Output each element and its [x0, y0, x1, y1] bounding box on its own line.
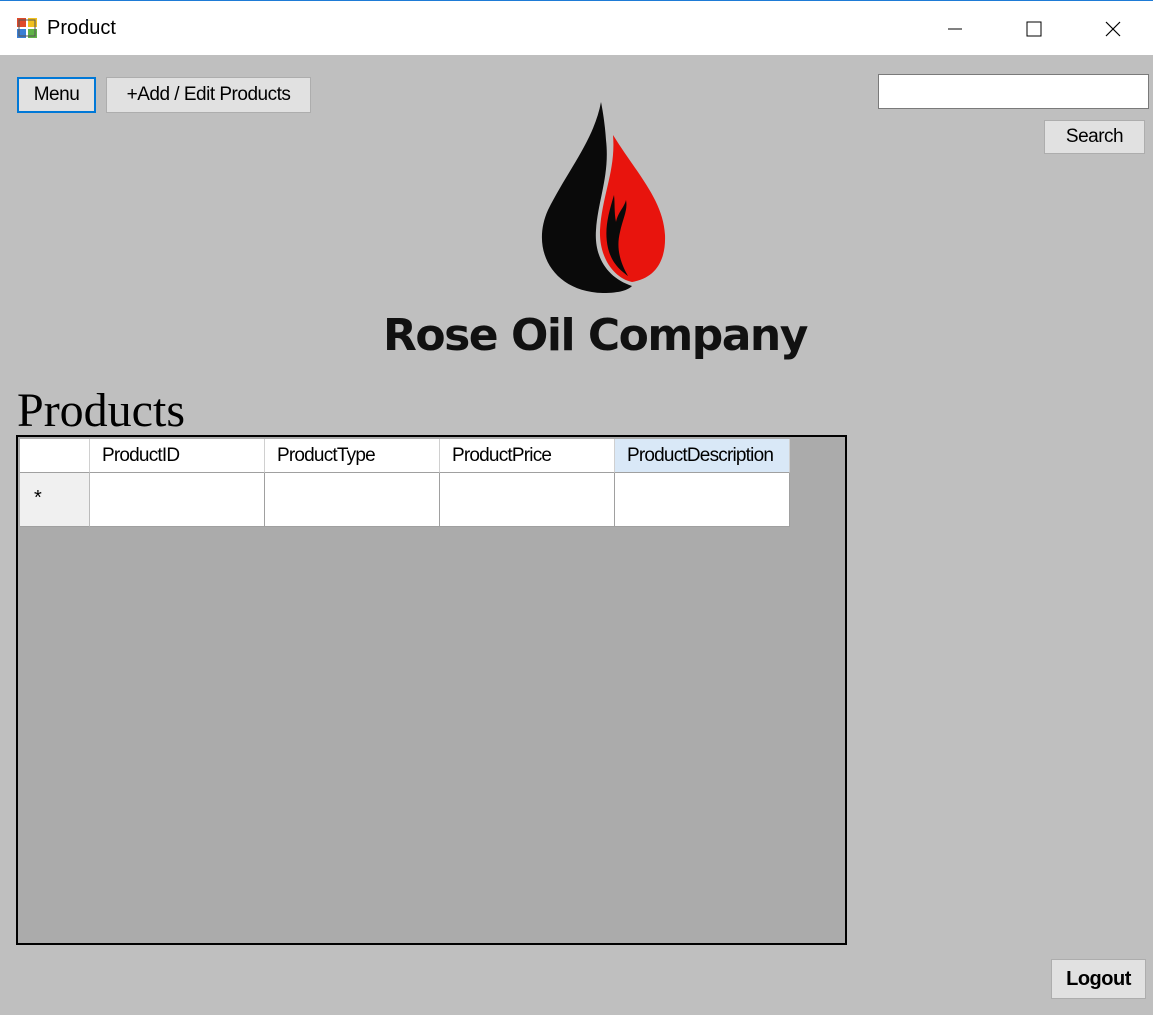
- search-input[interactable]: [878, 74, 1149, 109]
- column-header-productdescription[interactable]: ProductDescription: [615, 439, 790, 473]
- close-icon: [1105, 21, 1121, 36]
- close-button[interactable]: [1078, 1, 1148, 56]
- title-bar: Product: [0, 0, 1153, 55]
- app-icon: [17, 18, 37, 38]
- column-header-productid[interactable]: ProductID: [90, 439, 265, 473]
- minimize-icon: [948, 28, 962, 29]
- column-header-productprice[interactable]: ProductPrice: [440, 439, 615, 473]
- column-header-producttype[interactable]: ProductType: [265, 439, 440, 473]
- products-data-grid[interactable]: ProductID ProductType ProductPrice Produ…: [16, 435, 847, 945]
- maximize-button[interactable]: [999, 1, 1069, 56]
- search-button[interactable]: Search: [1044, 120, 1145, 154]
- new-row-marker[interactable]: *: [20, 473, 90, 527]
- cell-productdescription[interactable]: [615, 473, 790, 527]
- menu-button[interactable]: Menu: [17, 77, 96, 113]
- maximize-icon: [1026, 21, 1042, 36]
- cell-productid[interactable]: [90, 473, 265, 527]
- window-title: Product: [47, 17, 116, 39]
- minimize-button[interactable]: [920, 1, 990, 56]
- grid-header: ProductID ProductType ProductPrice Produ…: [20, 439, 790, 473]
- grid-corner-cell[interactable]: [20, 439, 90, 473]
- oil-flame-logo: [541, 102, 666, 293]
- company-name: Rose Oil Company: [383, 310, 808, 361]
- logout-button[interactable]: Logout: [1051, 959, 1146, 999]
- cell-producttype[interactable]: [265, 473, 440, 527]
- cell-productprice[interactable]: [440, 473, 615, 527]
- table-row-new[interactable]: *: [20, 473, 790, 527]
- add-edit-products-button[interactable]: +Add / Edit Products: [106, 77, 311, 113]
- page-title: Products: [17, 384, 185, 437]
